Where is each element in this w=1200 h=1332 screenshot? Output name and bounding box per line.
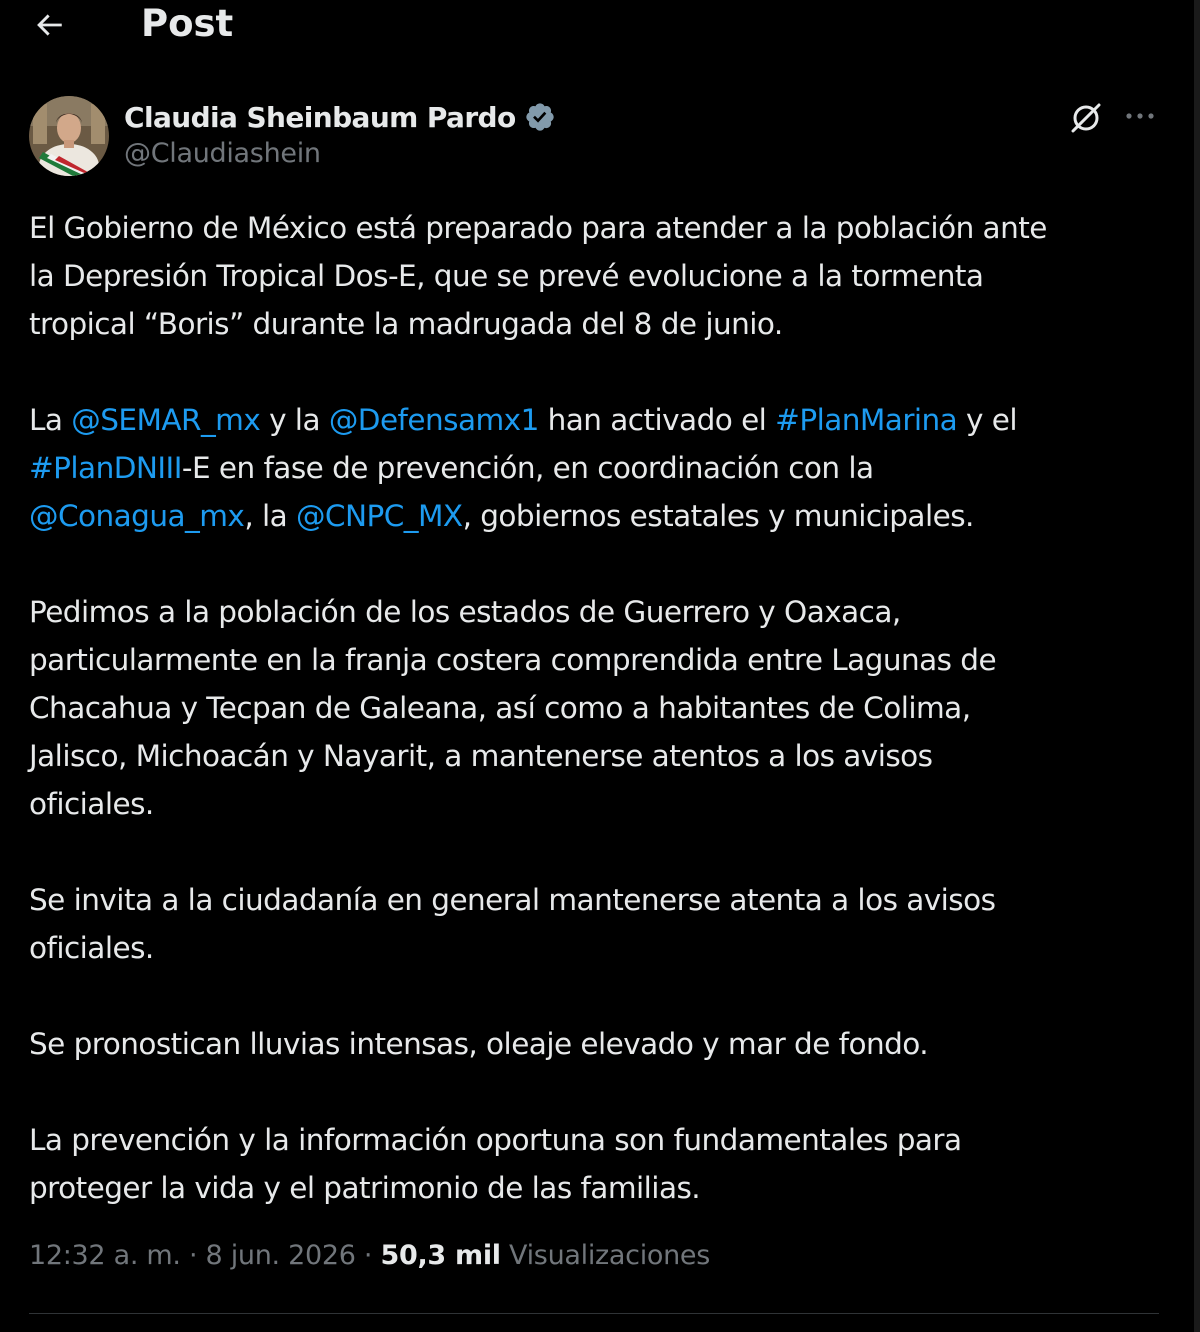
tweet-line: Se invita a la ciudadanía en general man… [29, 883, 996, 917]
tweet-line: tropical “Boris” durante la madrugada de… [29, 307, 783, 341]
tweet-line: la Depresión Tropical Dos-E, que se prev… [29, 259, 984, 293]
hashtag-link-plandniii[interactable]: #PlanDNIII [29, 451, 182, 485]
page-title: Post [141, 2, 234, 45]
tweet-line: proteger la vida y el patrimonio de las … [29, 1171, 701, 1205]
meta-separator: · [355, 1240, 381, 1271]
more-options-button[interactable] [1118, 96, 1162, 136]
author-name-text: Claudia Sheinbaum Pardo [124, 100, 516, 134]
views-label: Visualizaciones [500, 1240, 711, 1271]
text-span: y el [957, 403, 1018, 437]
text-span: -E en fase de prevención, en coordinació… [181, 451, 874, 485]
tweet-line: @Conagua_mx, la @CNPC_MX, gobiernos esta… [29, 492, 1169, 540]
tweet-line: Jalisco, Michoacán y Nayarit, a mantener… [29, 739, 933, 773]
post-time[interactable]: 12:32 a. m. [29, 1240, 181, 1271]
grok-button[interactable] [1064, 96, 1108, 140]
mention-link-conagua[interactable]: @Conagua_mx [29, 499, 245, 533]
mention-link-cnpc[interactable]: @CNPC_MX [296, 499, 463, 533]
grok-icon [1071, 103, 1101, 133]
back-button[interactable] [22, 2, 76, 48]
window-edge [1194, 0, 1200, 1332]
hashtag-link-planmarina[interactable]: #PlanMarina [775, 403, 958, 437]
meta-separator: · [180, 1240, 206, 1271]
divider [29, 1313, 1159, 1314]
text-span: , gobiernos estatales y municipales. [462, 499, 975, 533]
text-span: , la [244, 499, 296, 533]
verified-badge-icon [525, 103, 554, 131]
mention-link-semar[interactable]: @SEMAR_mx [71, 403, 261, 437]
tweet-line: Chacahua y Tecpan de Galeana, así como a… [29, 691, 971, 725]
post-date[interactable]: 8 jun. 2026 [206, 1240, 356, 1271]
tweet-line: El Gobierno de México está preparado par… [29, 211, 1047, 245]
mention-link-defensa[interactable]: @Defensamx1 [329, 403, 540, 437]
tweet-line: La @SEMAR_mx y la @Defensamx1 han activa… [29, 396, 1169, 444]
more-horizontal-icon [1126, 113, 1154, 119]
tweet-line: particularmente en la franja costera com… [29, 643, 997, 677]
text-span: han activado el [538, 403, 776, 437]
author-handle[interactable]: @Claudiashein [124, 138, 321, 169]
tweet-text: El Gobierno de México está preparado par… [29, 204, 1169, 1212]
tweet-line: Se pronostican lluvias intensas, oleaje … [29, 1027, 929, 1061]
tweet-line: oficiales. [29, 931, 154, 965]
text-span: y la [260, 403, 329, 437]
tweet-line: La prevención y la información oportuna … [29, 1123, 962, 1157]
text-span: La [29, 403, 72, 437]
tweet-meta: 12:32 a. m. · 8 jun. 2026 · 50,3 mil Vis… [29, 1240, 710, 1271]
tweet-line: Pedimos a la población de los estados de… [29, 595, 901, 629]
author-name[interactable]: Claudia Sheinbaum Pardo [124, 98, 556, 136]
avatar-image [29, 96, 109, 176]
arrow-left-icon [37, 14, 62, 36]
tweet-line: oficiales. [29, 787, 154, 821]
tweet-line: #PlanDNIII-E en fase de prevención, en c… [29, 444, 1169, 492]
top-bar: Post [0, 0, 1192, 52]
views-count: 50,3 mil [380, 1240, 501, 1271]
avatar[interactable] [29, 96, 109, 176]
